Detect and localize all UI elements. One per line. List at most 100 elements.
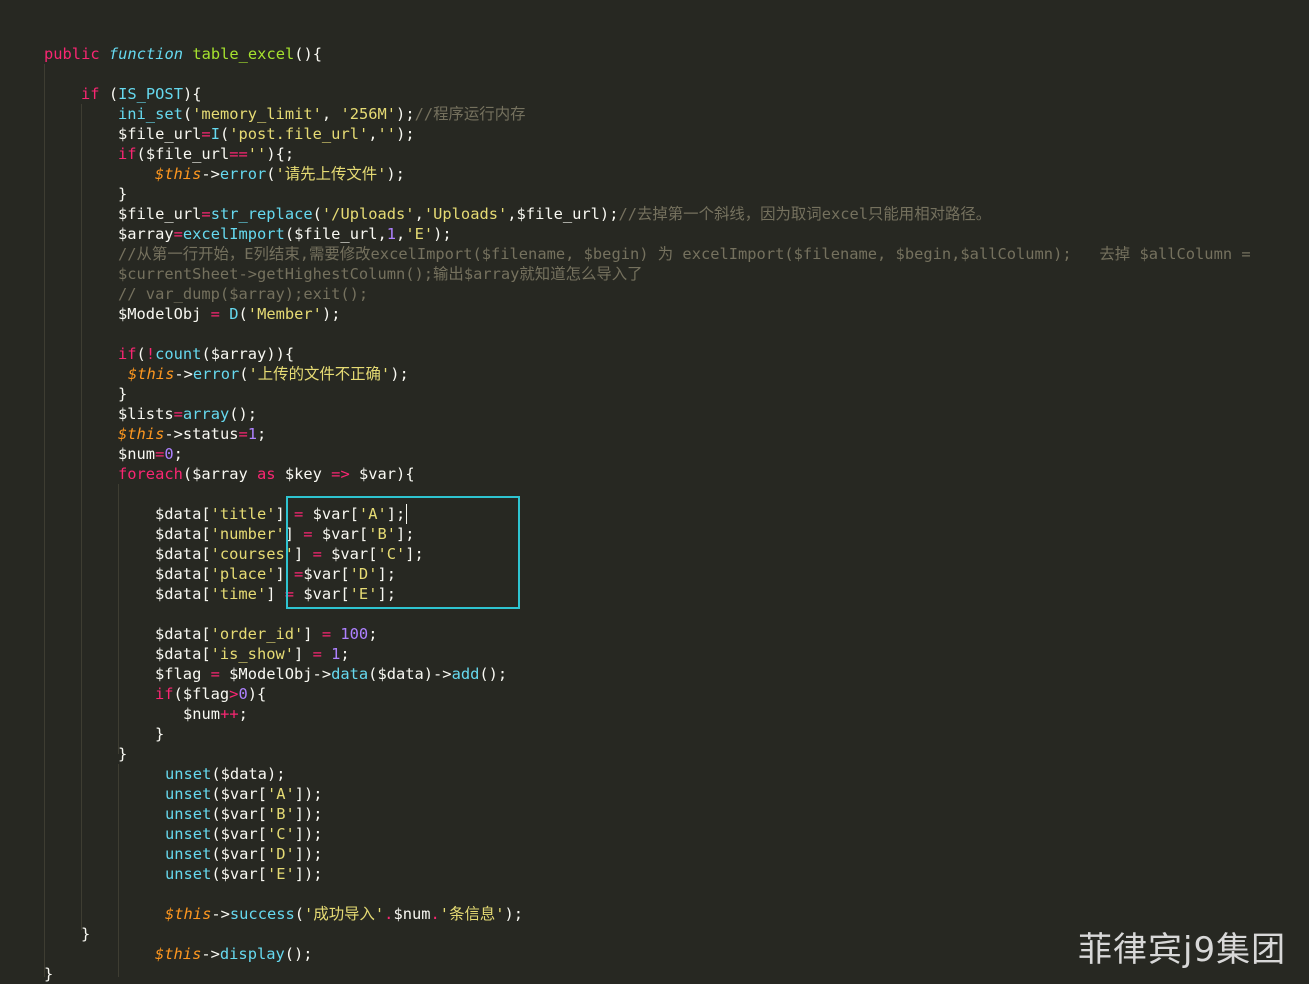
code-line: unset($var['A']); <box>165 784 323 804</box>
code-token: str_replace <box>210 205 313 223</box>
code-token: foreach <box>118 465 183 483</box>
code-token: , <box>414 205 424 223</box>
code-token: ( <box>99 85 119 103</box>
code-token: 'E' <box>405 225 434 243</box>
code-line: public function table_excel(){ <box>44 44 322 64</box>
code-token: 0 <box>164 445 174 463</box>
code-token: function <box>108 45 184 63</box>
code-token: ); <box>390 365 409 383</box>
code-token: ($array <box>182 465 258 483</box>
code-line: $this->error('请先上传文件'); <box>155 164 405 184</box>
code-token: ($array)){ <box>201 345 295 363</box>
text-cursor <box>406 504 407 524</box>
indent-guide <box>118 764 119 977</box>
code-token: $var){ <box>349 465 415 483</box>
code-token: } <box>118 385 128 403</box>
code-token: = <box>201 125 211 143</box>
code-token: 'D' <box>266 845 295 863</box>
code-token: 'title' <box>210 505 276 523</box>
code-line: ini_set('memory_limit', '256M');//程序运行内存 <box>118 104 525 124</box>
code-line: } <box>44 964 53 984</box>
code-line: unset($var['C']); <box>165 824 323 844</box>
code-token: 100 <box>340 625 369 643</box>
code-token: ){ <box>182 85 202 103</box>
code-token: // var_dump($array);exit(); <box>118 285 369 303</box>
code-token: ($var[ <box>211 785 267 803</box>
code-editor[interactable]: public function table_excel(){if (IS_POS… <box>0 0 1309 983</box>
code-token: 'time' <box>210 585 267 603</box>
code-token: 1 <box>386 225 397 243</box>
code-line: } <box>118 384 127 404</box>
code-token: ; <box>257 425 267 443</box>
code-token: ( <box>182 105 193 123</box>
code-token: 1 <box>247 425 258 443</box>
code-token: 'C' <box>266 825 295 843</box>
code-token: unset <box>165 785 212 803</box>
code-token: count <box>155 345 202 363</box>
code-token: ! <box>145 345 156 363</box>
code-line: $currentSheet->getHighestColumn();输出$arr… <box>118 264 643 284</box>
code-token: = <box>210 665 220 683</box>
code-token: '条信息' <box>439 905 505 923</box>
code-token: $ModelObj <box>118 305 211 323</box>
code-token: ); <box>396 105 415 123</box>
code-line: $file_url=str_replace('/Uploads','Upload… <box>118 204 991 224</box>
code-token: ini_set <box>118 105 183 123</box>
code-token: ($var[ <box>211 865 267 883</box>
code-token: ]); <box>294 805 323 823</box>
code-token: add <box>451 665 480 683</box>
code-token: $this <box>165 905 212 923</box>
code-line: $this->status=1; <box>118 424 266 444</box>
code-token: ( <box>238 305 248 323</box>
code-token: 'post.file_url' <box>229 125 369 143</box>
code-token: 1 <box>331 645 341 663</box>
code-line: foreach($array as $key => $var){ <box>118 464 415 484</box>
code-token: ]); <box>294 845 323 863</box>
code-token: 'courses' <box>210 545 295 563</box>
code-token: $num <box>393 905 431 923</box>
code-token: //从第一行开始，E列结束,需要修改excelImport($filename,… <box>118 245 1251 263</box>
indent-guide <box>44 64 45 977</box>
code-token: //去掉第一个斜线，因为取词excel只能用相对路径。 <box>618 205 992 223</box>
code-token: $this <box>155 165 202 183</box>
code-token: ($data)-> <box>368 665 452 683</box>
code-token: ; <box>238 705 248 723</box>
code-token: ); <box>433 225 452 243</box>
code-token: public <box>44 45 100 63</box>
code-token: ] <box>266 585 285 603</box>
code-token: = <box>155 445 165 463</box>
code-token: = <box>210 305 220 323</box>
code-token: $array <box>118 225 174 243</box>
code-token: display <box>219 945 285 963</box>
code-token: $data[ <box>155 525 211 543</box>
code-token: ]); <box>294 785 323 803</box>
code-token: ($file_url <box>136 145 230 163</box>
code-token: $file_url <box>118 205 202 223</box>
code-token: ($flag <box>173 685 230 703</box>
code-token: $this <box>128 365 175 383</box>
code-token: 'Uploads' <box>423 205 508 223</box>
code-token: //程序运行内存 <box>414 105 526 123</box>
code-token: $data[ <box>155 645 211 663</box>
code-token: ++ <box>220 705 239 723</box>
code-line: if (IS_POST){ <box>81 84 202 104</box>
code-token: ($data); <box>211 765 286 783</box>
code-token: ( <box>312 205 322 223</box>
code-token: ( <box>219 125 230 143</box>
code-token: 'number' <box>210 525 285 543</box>
code-token: $flag <box>155 665 211 683</box>
code-token: = <box>201 205 211 223</box>
code-token: data <box>331 665 369 683</box>
code-token: success <box>229 905 295 923</box>
code-token: => <box>331 465 350 483</box>
code-token: 'place' <box>210 565 276 583</box>
code-token: $num <box>183 705 221 723</box>
code-line: } <box>81 924 90 944</box>
code-line: $ModelObj = D('Member'); <box>118 304 340 324</box>
code-token: ($file_url, <box>284 225 387 243</box>
code-line: unset($var['B']); <box>165 804 323 824</box>
code-line: unset($data); <box>165 764 285 784</box>
